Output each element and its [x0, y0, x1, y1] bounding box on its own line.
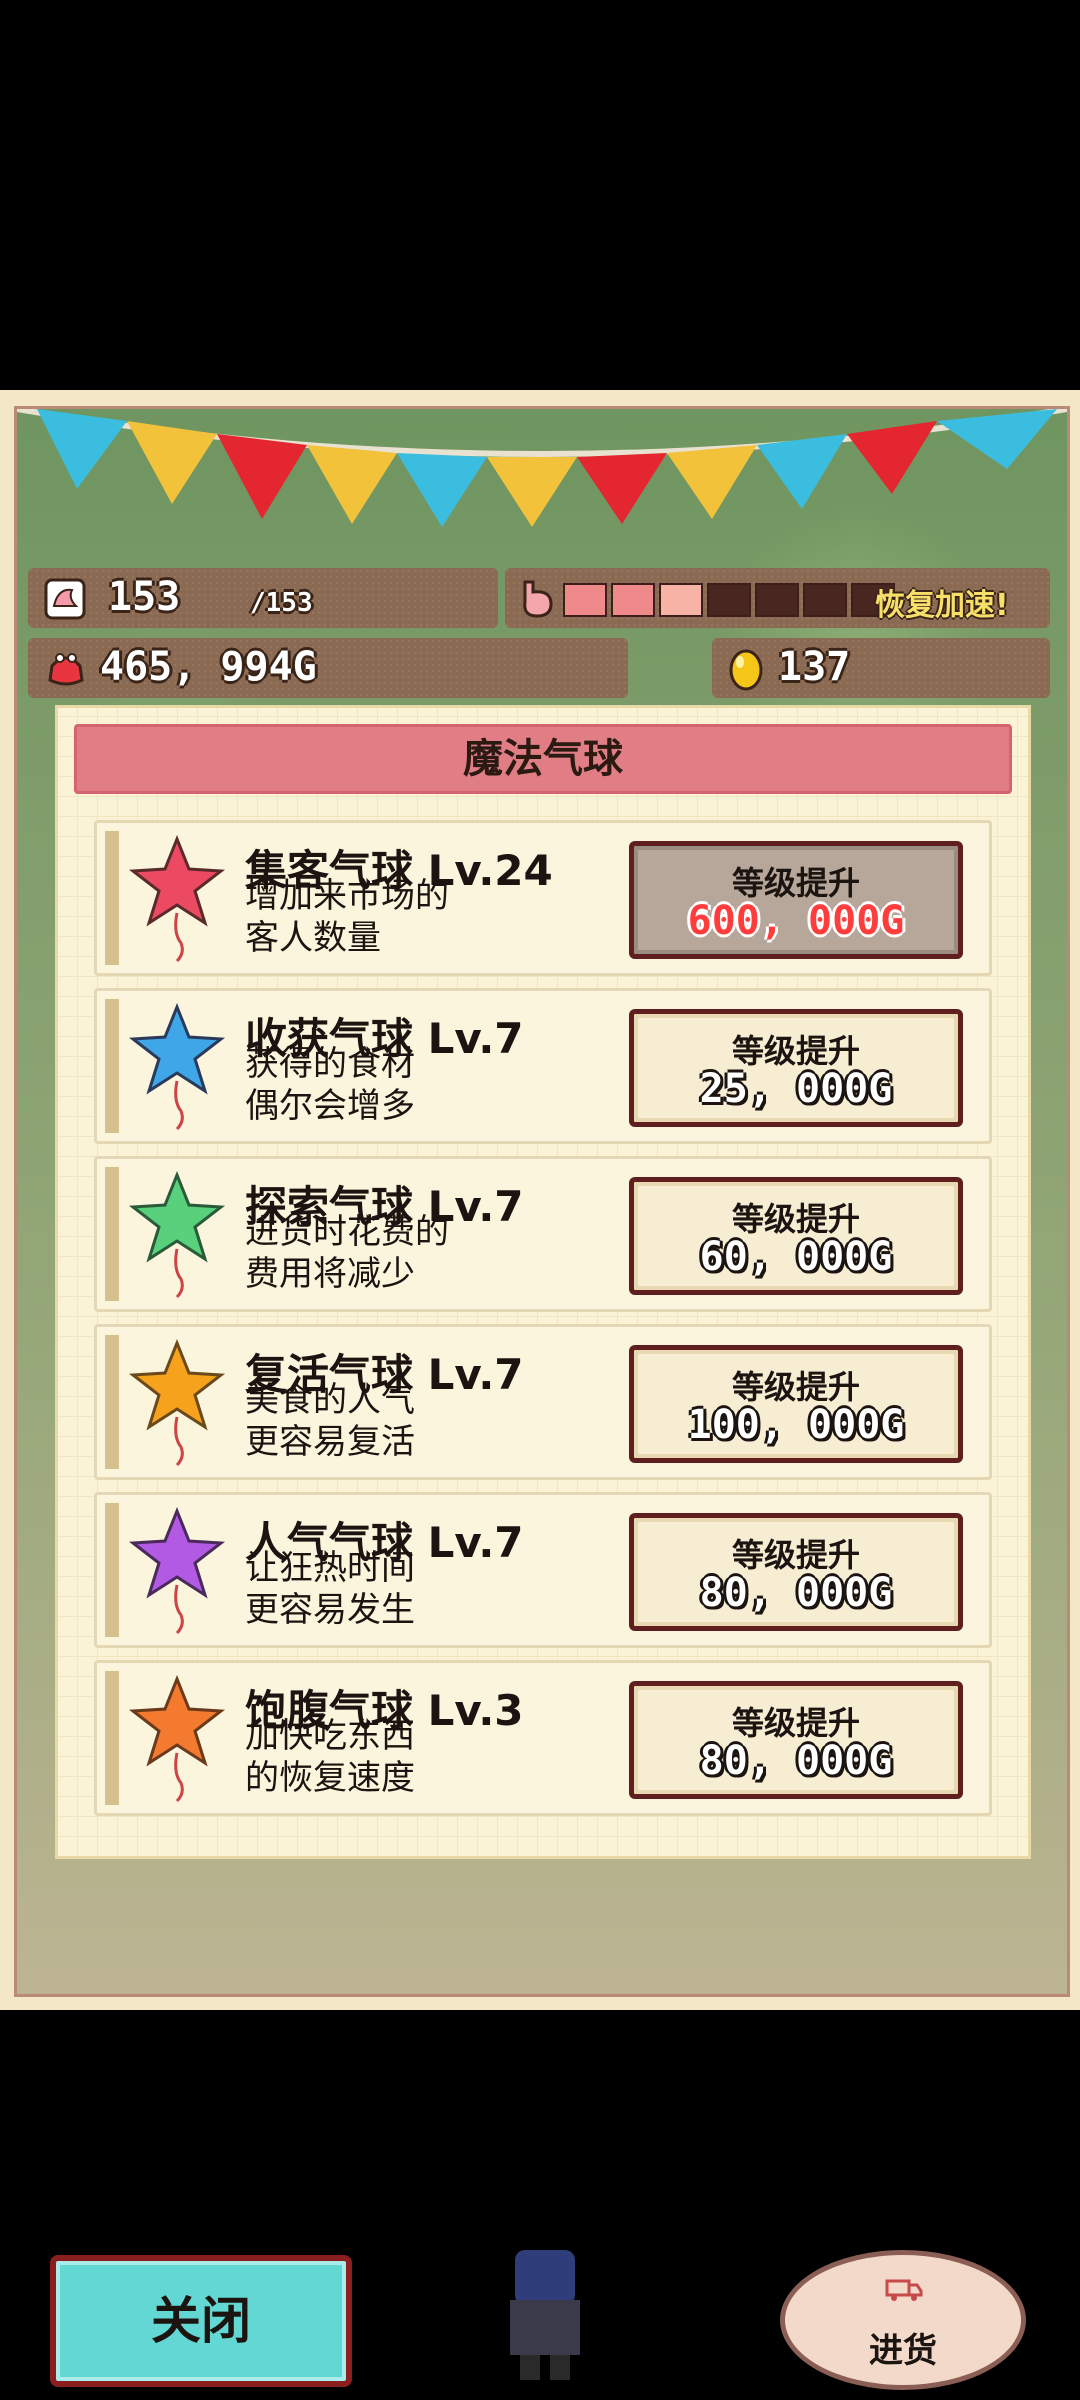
- upgrade-cost: 80, 000G: [699, 1570, 893, 1616]
- upgrade-button-harvest[interactable]: 等级提升 25, 000G: [629, 1009, 963, 1127]
- upgrade-cost: 80, 000G: [699, 1738, 893, 1784]
- hunger-segment: [563, 583, 607, 617]
- upgrade-button-revival[interactable]: 等级提升 100, 000G: [629, 1345, 963, 1463]
- restock-label: 进货: [869, 2331, 937, 2371]
- balloon-icon-green: [128, 1170, 226, 1299]
- balloon-row-popularity: 人气气球 Lv.7 让狂热时间 更容易发生 等级提升 80, 000G: [94, 1492, 992, 1648]
- gold-amount: 465, 994G: [100, 644, 317, 690]
- balloon-row-revival: 复活气球 Lv.7 美食的人气 更容易复活 等级提升 100, 000G: [94, 1324, 992, 1480]
- balloon-icon-coral: [128, 1674, 226, 1803]
- gold-bar: 465, 994G: [28, 638, 628, 698]
- recovery-boost-label[interactable]: 恢复加速!: [875, 580, 1009, 624]
- hunger-segment: [755, 583, 799, 617]
- upgrade-button-popularity[interactable]: 等级提升 80, 000G: [629, 1513, 963, 1631]
- magic-balloon-panel: 魔法气球 集客气球 Lv.24 增加来市场的 客人数量 等级提升 600, 00…: [55, 705, 1031, 1859]
- balloon-icon-red: [128, 834, 226, 963]
- row-accent: [105, 999, 119, 1133]
- truck-icon: [885, 2279, 923, 2301]
- balloon-description: 加快吃东西 的恢复速度: [245, 1716, 415, 1798]
- row-accent: [105, 1167, 119, 1301]
- balloon-description: 获得的食材 偶尔会增多: [245, 1044, 415, 1126]
- balloon-description: 美食的人气 更容易复活: [245, 1380, 415, 1462]
- upgrade-cost: 100, 000G: [687, 1402, 905, 1448]
- row-accent: [105, 831, 119, 965]
- hunger-segment: [611, 583, 655, 617]
- upgrade-button-explore[interactable]: 等级提升 60, 000G: [629, 1177, 963, 1295]
- balloon-icon-orange: [128, 1338, 226, 1467]
- upgrade-cost: 600, 000G: [687, 898, 905, 944]
- panel-title: 魔法气球: [74, 724, 1012, 794]
- upgrade-cost: 25, 000G: [699, 1066, 893, 1112]
- hunger-segment: [803, 583, 847, 617]
- balloon-description: 增加来市场的 客人数量: [245, 876, 449, 958]
- row-accent: [105, 1335, 119, 1469]
- stamina-current: 153: [108, 574, 181, 620]
- balloon-description: 进货时花费的 费用将减少: [245, 1212, 449, 1294]
- stomach-icon: [523, 580, 553, 618]
- stamina-icon: [44, 578, 86, 620]
- row-accent: [105, 1503, 119, 1637]
- hunger-segment: [659, 583, 703, 617]
- balloon-row-harvest: 收获气球 Lv.7 获得的食材 偶尔会增多 等级提升 25, 000G: [94, 988, 992, 1144]
- bunting-decoration: [17, 409, 1067, 527]
- coin-purse-icon: [48, 653, 84, 686]
- balloon-description: 让狂热时间 更容易发生: [245, 1548, 415, 1630]
- hunger-bar: 恢复加速!: [505, 568, 1050, 628]
- restock-button[interactable]: 进货: [780, 2250, 1026, 2390]
- egg-bar: 137: [712, 638, 1050, 698]
- golden-egg-icon: [729, 649, 763, 691]
- close-button[interactable]: 关闭: [50, 2255, 352, 2387]
- stamina-max: /153: [250, 588, 313, 618]
- row-accent: [105, 1671, 119, 1805]
- upgrade-button-customers[interactable]: 等级提升 600, 000G: [629, 841, 963, 959]
- player-character: [490, 2245, 600, 2385]
- balloon-row-customers: 集客气球 Lv.24 增加来市场的 客人数量 等级提升 600, 000G: [94, 820, 992, 976]
- balloon-row-satiety: 饱腹气球 Lv.3 加快吃东西 的恢复速度 等级提升 80, 000G: [94, 1660, 992, 1816]
- upgrade-cost: 60, 000G: [699, 1234, 893, 1280]
- stamina-bar: 153 /153: [28, 568, 498, 628]
- upgrade-button-satiety[interactable]: 等级提升 80, 000G: [629, 1681, 963, 1799]
- balloon-row-explore: 探索气球 Lv.7 进货时花费的 费用将减少 等级提升 60, 000G: [94, 1156, 992, 1312]
- egg-count: 137: [778, 644, 851, 690]
- balloon-icon-blue: [128, 1002, 226, 1131]
- hunger-segment: [707, 583, 751, 617]
- balloon-icon-purple: [128, 1506, 226, 1635]
